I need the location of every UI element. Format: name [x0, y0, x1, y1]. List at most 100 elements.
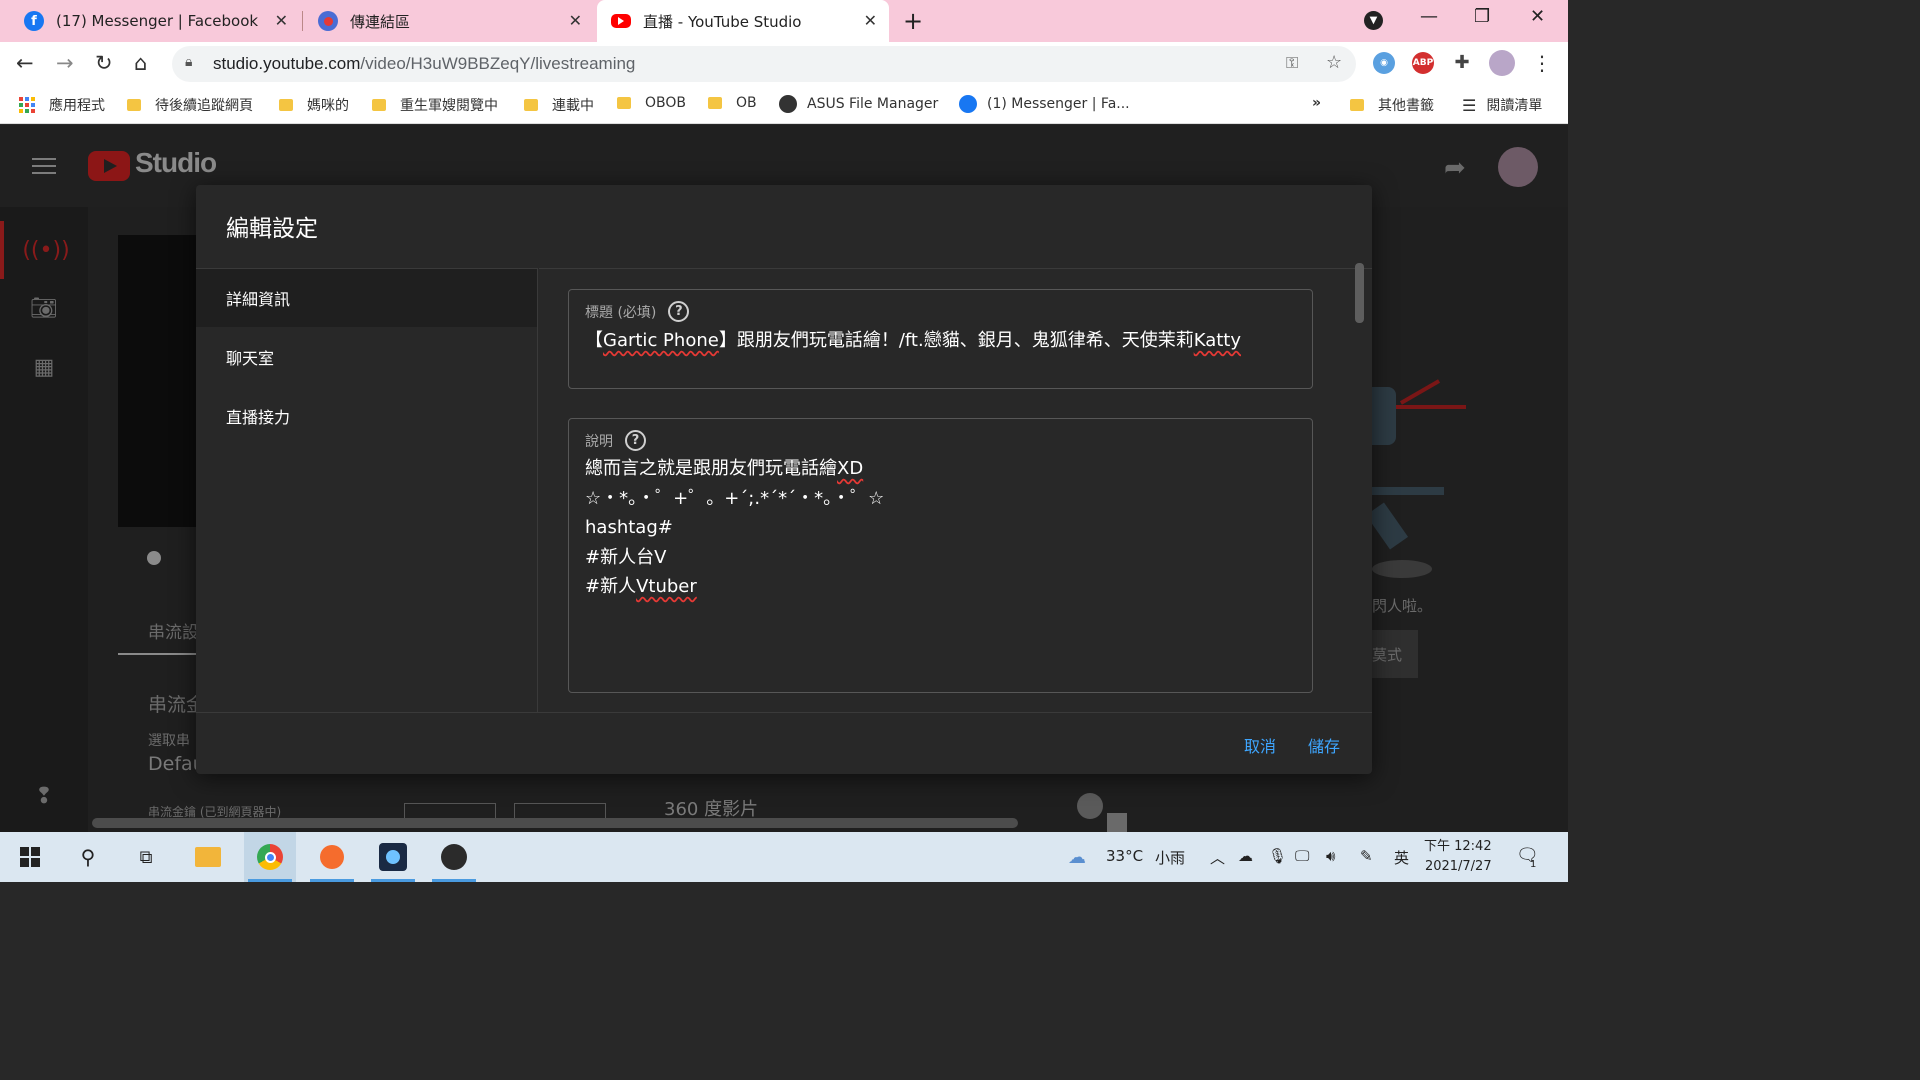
bg-flash-text: 閃人啦。 [1372, 597, 1433, 615]
bg-mode-label: 莫式 [1372, 646, 1403, 664]
cancel-button[interactable]: 取消 [1244, 733, 1276, 757]
bookmark-other[interactable]: 其他書籤 [1350, 95, 1434, 115]
description-field[interactable]: 說明 ? 總而言之就是跟朋友們玩電話繪XD ☆・*。・゜+゜。+´;.*´*´・… [568, 418, 1313, 693]
line-text-flagged: Vtuber [636, 576, 697, 597]
bookmark-label: 重生軍嫂閱覽中 [400, 98, 498, 114]
bookmark-folder[interactable]: OBOB [617, 95, 686, 111]
illustration-shape [1365, 502, 1409, 550]
title-label-text: 標題 (必填) [585, 304, 657, 321]
chrome-icon[interactable] [244, 832, 296, 882]
weather-icon[interactable]: ☁ [1068, 847, 1086, 868]
volume-icon[interactable]: 🔊︎ [1326, 847, 1335, 865]
camera-icon[interactable]: 📷︎ [0, 279, 88, 337]
close-tab-icon[interactable]: ✕ [864, 11, 877, 30]
bookmark-label: 連載中 [552, 98, 594, 114]
nav-details[interactable]: 詳細資訊 [196, 269, 537, 327]
adblock-icon[interactable]: ABP [1412, 52, 1434, 74]
bookmark-folder[interactable]: 連載中 [524, 95, 594, 115]
bookmark-folder[interactable]: OB [708, 95, 757, 111]
folder-icon [617, 97, 631, 109]
folder-icon [279, 99, 293, 111]
hamburger-menu-icon[interactable] [32, 158, 56, 174]
feedback-icon[interactable]: ❢ [0, 767, 88, 825]
browser-menu-icon[interactable]: ⋮ [1532, 51, 1552, 75]
description-line: 總而言之就是跟朋友們玩電話繪XD [585, 454, 884, 484]
address-bar[interactable]: 🔒︎ studio.youtube.com/video/H3uW9BBZeqY/… [172, 46, 1356, 82]
lock-icon[interactable]: 🔒︎ [185, 54, 192, 70]
weather-text[interactable]: 小雨 [1155, 847, 1185, 868]
ime-indicator[interactable]: 英 [1394, 847, 1409, 868]
title-text-part: 【 [585, 330, 603, 351]
dialog-scrollbar[interactable] [1355, 263, 1364, 323]
description-line: ☆・*。・゜+゜。+´;.*´*´・*。・゜☆ [585, 484, 884, 514]
tab-messenger[interactable]: f (17) Messenger | Facebook ✕ [0, 0, 300, 42]
microphone-icon[interactable]: 🎙︎ [1268, 847, 1287, 865]
back-icon[interactable]: ← [16, 51, 34, 75]
bookmark-folder[interactable]: 重生軍嫂閱覽中 [372, 95, 498, 115]
account-avatar[interactable] [1498, 147, 1538, 187]
bookmarks-overflow-button[interactable]: » [1312, 95, 1321, 111]
bookmark-label: ASUS File Manager [807, 96, 939, 112]
profile-avatar[interactable] [1489, 50, 1515, 76]
save-button[interactable]: 儲存 [1308, 733, 1340, 757]
url-text[interactable]: studio.youtube.com/video/H3uW9BBZeqY/liv… [213, 54, 635, 74]
weather-temp[interactable]: 33°C [1106, 847, 1143, 865]
tab-youtube-studio[interactable]: 直播 - YouTube Studio ✕ [597, 0, 889, 42]
forward-icon[interactable]: → [56, 51, 74, 75]
tab-link-area[interactable]: 傳連結區 ✕ [304, 0, 594, 42]
file-explorer-icon[interactable] [182, 832, 234, 882]
title-input[interactable]: 【Gartic Phone】跟朋友們玩電話繪！/ft.戀貓、銀月、鬼狐律希、天使… [585, 326, 1241, 352]
line-text: #新人台V [585, 546, 667, 568]
key-icon[interactable]: ⚿ [1286, 53, 1298, 73]
reading-list-button[interactable]: ☰ 閱讀清單 [1462, 95, 1542, 115]
clock-date: 2021/7/27 [1424, 859, 1492, 874]
tab-search-icon[interactable]: ▼ [1364, 11, 1383, 30]
onedrive-icon[interactable]: ☁ [1238, 847, 1253, 865]
task-view-icon[interactable]: ⧉ [120, 832, 172, 882]
bookmark-apps[interactable]: 應用程式 [19, 95, 105, 115]
reload-icon[interactable]: ↻ [95, 51, 113, 75]
description-textarea[interactable]: 總而言之就是跟朋友們玩電話繪XD ☆・*。・゜+゜。+´;.*´*´・*。・゜☆… [585, 454, 884, 602]
pen-icon[interactable]: ✎ [1360, 847, 1373, 865]
home-icon[interactable]: ⌂ [134, 51, 147, 75]
obs-icon[interactable] [428, 832, 480, 882]
window-close-icon[interactable]: ✕ [1530, 6, 1545, 27]
origin-icon[interactable] [306, 832, 358, 882]
youtube-logo-icon[interactable] [88, 151, 130, 181]
close-tab-icon[interactable]: ✕ [275, 11, 288, 30]
nav-chat[interactable]: 聊天室 [196, 328, 537, 386]
help-icon[interactable]: ? [625, 430, 646, 451]
title-field[interactable]: 標題 (必填) ? 【Gartic Phone】跟朋友們玩電話繪！/ft.戀貓、… [568, 289, 1313, 389]
search-icon[interactable]: ⚲ [62, 832, 114, 882]
extension-icon[interactable]: ◉ [1373, 52, 1395, 74]
network-icon[interactable]: 🖵︎ [1295, 847, 1309, 865]
tray-chevron-icon[interactable]: ︿ [1210, 847, 1225, 868]
bookmark-messenger[interactable]: (1) Messenger | Fa... [959, 95, 1130, 113]
share-icon[interactable]: ➦ [1444, 153, 1466, 183]
title-text-part: 】跟朋友們玩電話繪！/ft.戀貓、銀月、鬼狐律希、天使茉莉 [718, 330, 1194, 351]
tab-title: 直播 - YouTube Studio [643, 12, 802, 31]
line-text: 總而言之就是跟朋友們玩電話繪 [585, 458, 837, 479]
restore-icon[interactable]: ❐ [1474, 6, 1490, 27]
close-tab-icon[interactable]: ✕ [569, 11, 582, 30]
extensions-puzzle-icon[interactable]: ✚ [1451, 52, 1473, 74]
start-button[interactable] [4, 832, 56, 882]
illustration-shadow [1372, 560, 1432, 578]
clock[interactable]: 下午 12:42 2021/7/27 [1424, 837, 1492, 877]
bookmark-asus[interactable]: ASUS File Manager [779, 95, 938, 113]
bookmark-label: (1) Messenger | Fa... [987, 96, 1130, 112]
calendar-icon[interactable]: ▦ [0, 338, 88, 396]
minimize-icon[interactable]: — [1420, 6, 1438, 27]
help-icon[interactable]: ? [668, 301, 690, 322]
dialog-content: 標題 (必填) ? 【Gartic Phone】跟朋友們玩電話繪！/ft.戀貓、… [539, 268, 1372, 712]
dialog-title: 編輯設定 [226, 216, 318, 242]
bookmark-star-icon[interactable]: ☆ [1326, 52, 1342, 73]
app-icon [318, 11, 338, 31]
app-eye-icon[interactable] [367, 832, 419, 882]
horizontal-scrollbar[interactable] [92, 818, 1018, 828]
nav-live-redirect[interactable]: 直播接力 [196, 387, 537, 445]
new-tab-button[interactable]: + [903, 7, 923, 35]
live-broadcast-icon[interactable]: ((•)) [0, 221, 88, 279]
bookmark-folder[interactable]: 媽咪的 [279, 95, 349, 115]
bookmark-folder[interactable]: 待後續追蹤網頁 [127, 95, 253, 115]
